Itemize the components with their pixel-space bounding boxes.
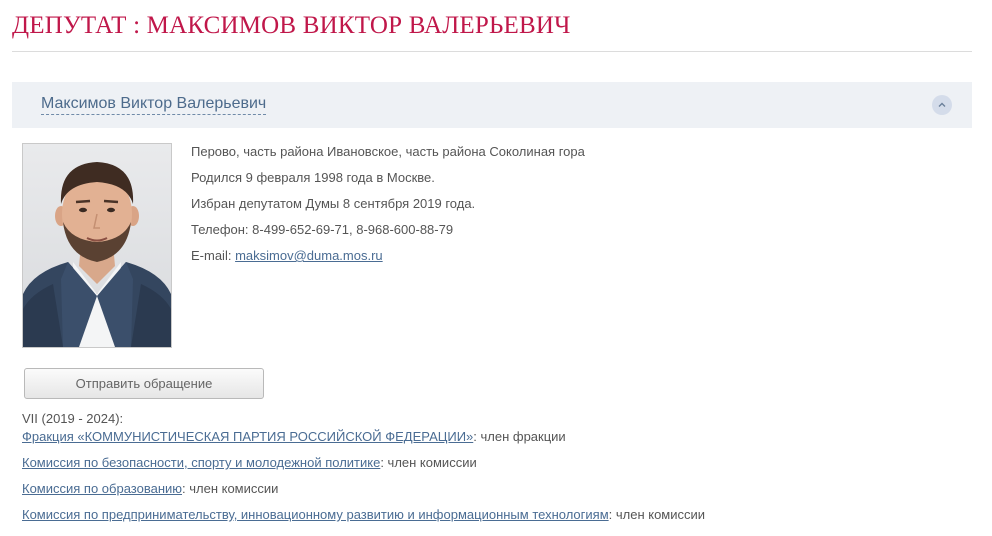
deputy-accordion-header[interactable]: Максимов Виктор Валерьевич — [12, 82, 972, 128]
phone-text: Телефон: 8-499-652-69-71, 8-968-600-88-7… — [191, 222, 454, 237]
email-label: E-mail: — [191, 248, 232, 263]
page-title: ДЕПУТАТ : МАКСИМОВ ВИКТОР ВАЛЕРЬЕВИЧ — [12, 12, 571, 39]
chevron-up-icon — [938, 102, 946, 107]
deputy-name-link[interactable]: Максимов Виктор Валерьевич — [41, 95, 267, 115]
membership-role: : член комиссии — [608, 507, 706, 522]
district-text: Перово, часть района Ивановское, часть р… — [191, 144, 585, 159]
membership-link[interactable]: Комиссия по образованию — [22, 481, 182, 496]
birth-text: Родился 9 февраля 1998 года в Москве. — [191, 170, 435, 185]
membership-role: : член комиссии — [380, 455, 477, 470]
membership-item: Комиссия по безопасности, спорту и молод… — [22, 454, 705, 480]
email-row: E-mail: maksimov@duma.mos.ru — [191, 247, 585, 273]
membership-role: : член комиссии — [182, 481, 279, 496]
collapse-toggle-button[interactable] — [932, 95, 952, 115]
membership-item: Комиссия по образованию: член комиссии — [22, 480, 705, 506]
membership-item: Фракция «КОММУНИСТИЧЕСКАЯ ПАРТИЯ РОССИЙС… — [22, 428, 705, 454]
membership-role: : член фракции — [473, 429, 566, 444]
memberships-list: Фракция «КОММУНИСТИЧЕСКАЯ ПАРТИЯ РОССИЙС… — [22, 428, 705, 532]
elected-text: Избран депутатом Думы 8 сентября 2019 го… — [191, 196, 476, 211]
membership-link[interactable]: Фракция «КОММУНИСТИЧЕСКАЯ ПАРТИЯ РОССИЙС… — [22, 429, 473, 444]
membership-item: Комиссия по предпринимательству, инновац… — [22, 506, 705, 532]
email-link[interactable]: maksimov@duma.mos.ru — [235, 248, 383, 263]
convocation-label: VII (2019 - 2024): — [22, 411, 124, 426]
membership-link[interactable]: Комиссия по предпринимательству, инновац… — [22, 507, 609, 522]
title-divider — [12, 51, 972, 52]
deputy-info: Перово, часть района Ивановское, часть р… — [191, 143, 585, 273]
deputy-photo — [22, 143, 172, 348]
send-appeal-button[interactable]: Отправить обращение — [24, 368, 264, 399]
membership-link[interactable]: Комиссия по безопасности, спорту и молод… — [22, 455, 380, 470]
